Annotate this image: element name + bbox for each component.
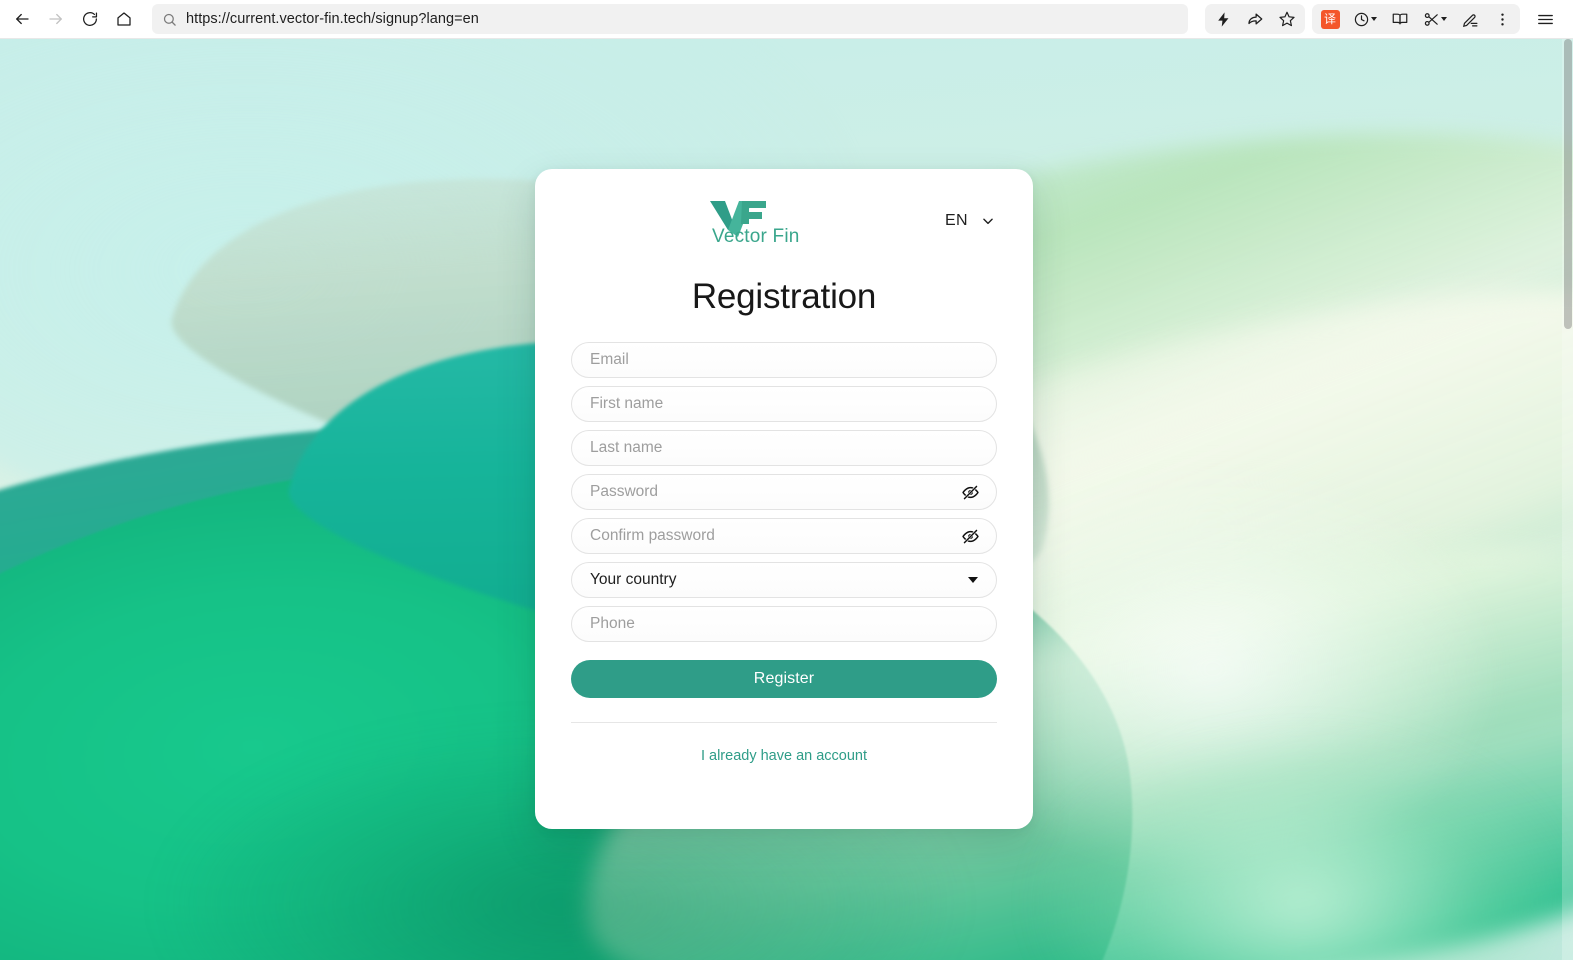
chevron-down-icon: [1441, 17, 1447, 21]
back-button[interactable]: [6, 4, 38, 34]
brand-logo: Vector Fin: [689, 199, 800, 248]
browser-essentials-button[interactable]: [1529, 4, 1561, 34]
phone-field-wrap: [571, 606, 997, 642]
reload-icon: [83, 12, 98, 27]
registration-card: Vector Fin EN Registration Email First n…: [535, 169, 1033, 829]
forward-button[interactable]: [40, 4, 72, 34]
language-code: EN: [944, 212, 968, 229]
last-name-input[interactable]: [571, 430, 997, 466]
login-link[interactable]: I already have an account: [571, 748, 997, 764]
share-arrow-icon: [1248, 13, 1263, 25]
star-icon: [1279, 11, 1295, 27]
card-header: Vector Fin EN: [571, 199, 997, 255]
translate-icon: 译: [1320, 9, 1340, 29]
reload-button[interactable]: [74, 4, 106, 34]
search-icon: [162, 12, 177, 27]
first-name-input[interactable]: [571, 386, 997, 422]
navigation-buttons: [0, 4, 140, 34]
country-select[interactable]: Your country: [571, 562, 997, 598]
eye-off-icon: [961, 528, 979, 544]
forward-arrow-icon: [49, 13, 62, 25]
address-bar[interactable]: https://current.vector-fin.tech/signup?l…: [152, 4, 1188, 34]
registration-form: Your country Register I already have an …: [571, 342, 997, 764]
last-name-field-wrap: [571, 430, 997, 466]
language-selector[interactable]: EN: [945, 212, 995, 230]
lightning-bolt-icon: [1217, 11, 1228, 27]
email-input[interactable]: [571, 342, 997, 378]
country-field-wrap: Your country: [571, 562, 997, 598]
sidebar-group: [1527, 4, 1563, 34]
home-icon: [117, 12, 131, 26]
share-button[interactable]: [1239, 4, 1271, 34]
password-input[interactable]: [571, 474, 997, 510]
register-button[interactable]: Register: [571, 660, 997, 698]
three-dots-vertical-icon: [1500, 12, 1504, 26]
favorite-button[interactable]: [1271, 4, 1303, 34]
more-options-button[interactable]: [1486, 4, 1518, 34]
toggle-confirm-password-visibility-button[interactable]: [959, 525, 981, 547]
toolbar-actions: 译: [1205, 4, 1573, 34]
email-field-wrap: [571, 342, 997, 378]
chevron-down-icon: [1371, 17, 1377, 21]
url-text: https://current.vector-fin.tech/signup?l…: [186, 11, 479, 27]
hamburger-menu-icon: [1537, 14, 1553, 24]
chevron-down-icon: [981, 214, 995, 228]
performance-button[interactable]: [1207, 4, 1239, 34]
page-viewport: Vector Fin EN Registration Email First n…: [0, 39, 1573, 960]
phone-input[interactable]: [571, 606, 997, 642]
first-name-field-wrap: [571, 386, 997, 422]
pen-icon: [1462, 13, 1477, 27]
back-arrow-icon: [16, 13, 29, 25]
scrollbar-thumb[interactable]: [1564, 39, 1572, 329]
collections-button[interactable]: [1416, 4, 1454, 34]
quick-actions-group: [1205, 4, 1305, 34]
browser-toolbar: https://current.vector-fin.tech/signup?l…: [0, 0, 1573, 39]
history-button[interactable]: [1346, 4, 1384, 34]
clock-icon: [1354, 12, 1369, 26]
confirm-password-input[interactable]: [571, 518, 997, 554]
confirm-password-field-wrap: [571, 518, 997, 554]
form-divider: [571, 722, 997, 723]
page-scrollbar[interactable]: [1562, 39, 1573, 960]
password-field-wrap: [571, 474, 997, 510]
extensions-group: 译: [1312, 4, 1520, 34]
annotate-button[interactable]: [1454, 4, 1486, 34]
eye-off-icon: [961, 484, 979, 500]
home-button[interactable]: [108, 4, 140, 34]
translate-extension-button[interactable]: 译: [1314, 4, 1346, 34]
brand-name: Vector Fin: [712, 226, 800, 247]
page-title: Registration: [691, 277, 877, 316]
reading-mode-button[interactable]: [1384, 4, 1416, 34]
toggle-password-visibility-button[interactable]: [959, 481, 981, 503]
book-icon: [1392, 13, 1408, 25]
scissors-icon: [1424, 12, 1438, 26]
